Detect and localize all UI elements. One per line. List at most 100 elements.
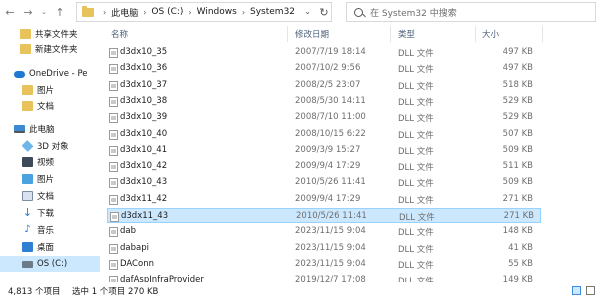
large-icons-view-icon[interactable] [586, 286, 595, 295]
breadcrumb-windows[interactable]: Windows [197, 7, 237, 17]
pin-folder-icon [20, 29, 31, 39]
drive-icon [22, 260, 33, 268]
file-name: d3dx10_43 [120, 177, 168, 188]
sidebar-item-label: 新建文件夹 [35, 45, 78, 55]
file-row[interactable]: d3dx10_37 2008/2/5 23:07 DLL 文件 518 KB [107, 78, 541, 93]
file-row[interactable]: d3dx11_43 2010/5/26 11:41 DLL 文件 271 KB [107, 208, 541, 223]
column-header-name[interactable]: 名称 [111, 28, 128, 40]
sidebar-item-onedrive[interactable]: OneDrive - Pe [14, 66, 88, 82]
file-row[interactable]: d3dx10_38 2008/5/30 14:11 DLL 文件 529 KB [107, 94, 541, 109]
file-row[interactable]: d3dx10_41 2009/3/9 15:27 DLL 文件 509 KB [107, 143, 541, 158]
sidebar-item-downloads[interactable]: ↓ 下载 [22, 205, 54, 221]
address-bar[interactable]: › 此电脑 › OS (C:) › Windows › System32 ⌄ [76, 2, 332, 22]
file-size: 529 KB [502, 95, 533, 106]
file-row[interactable]: DAConn 2023/11/15 9:04 DLL 文件 55 KB [107, 257, 541, 272]
sidebar-item-pictures[interactable]: 图片 [22, 171, 54, 187]
sidebar-item-documents[interactable]: 文档 [22, 188, 54, 204]
file-size: 529 KB [502, 112, 533, 123]
file-name: dafAspInfraProvider [120, 275, 204, 282]
column-header-type[interactable]: 类型 [398, 28, 415, 40]
column-divider[interactable] [390, 26, 391, 42]
file-row[interactable]: d3dx10_43 2010/5/26 11:41 DLL 文件 509 KB [107, 175, 541, 190]
search-icon [354, 7, 363, 17]
sidebar-item-music[interactable]: ♪ 音乐 [22, 222, 54, 238]
column-divider[interactable] [475, 26, 476, 42]
file-date: 2008/2/5 23:07 [295, 79, 361, 90]
file-row[interactable]: d3dx10_39 2008/7/10 11:00 DLL 文件 529 KB [107, 110, 541, 125]
breadcrumb-drive[interactable]: OS (C:) [151, 7, 183, 17]
back-arrow-icon[interactable]: ← [2, 3, 18, 21]
sidebar-item-new-folder[interactable]: 新建文件夹 [20, 41, 78, 57]
file-date: 2009/9/4 17:29 [295, 161, 361, 172]
details-view-icon[interactable] [572, 286, 581, 295]
file-type: DLL 文件 [398, 130, 434, 141]
recent-locations-chevron-icon[interactable]: ⌄ [36, 3, 52, 21]
sidebar-item-shared-folder[interactable]: 共享文件夹 [20, 26, 78, 42]
file-row[interactable]: dab 2023/11/15 9:04 DLL 文件 148 KB [107, 224, 541, 239]
sidebar-item-onedrive-documents[interactable]: 文档 [22, 98, 54, 114]
computer-icon [14, 125, 25, 133]
file-date: 2009/9/4 17:29 [295, 193, 361, 204]
sidebar-item-label: 音乐 [37, 226, 55, 236]
sort-chevron-icon: ^ [202, 24, 208, 29]
file-type: DLL 文件 [398, 81, 434, 92]
video-icon [22, 157, 33, 167]
breadcrumb-this-pc[interactable]: 此电脑 [111, 6, 138, 19]
file-date: 2008/10/15 6:22 [295, 128, 366, 139]
forward-arrow-icon[interactable]: → [20, 3, 36, 21]
sidebar-item-this-pc[interactable]: 此电脑 [14, 121, 55, 137]
file-row[interactable]: d3dx10_36 2007/10/2 9:56 DLL 文件 497 KB [107, 61, 541, 76]
file-type: DLL 文件 [398, 146, 434, 157]
file-row[interactable]: d3dx10_40 2008/10/15 6:22 DLL 文件 507 KB [107, 127, 541, 142]
dll-file-icon [109, 243, 118, 254]
sidebar-item-videos[interactable]: 视频 [22, 154, 54, 170]
folder-icon [22, 101, 33, 111]
file-size: 507 KB [502, 128, 533, 139]
file-name: d3dx10_39 [120, 112, 168, 123]
dll-file-icon [109, 80, 118, 91]
search-input[interactable]: 在 System32 中搜索 [370, 6, 457, 19]
breadcrumb-system32[interactable]: System32 [250, 7, 295, 17]
refresh-icon[interactable]: ↻ [317, 4, 331, 20]
sidebar-item-desktop[interactable]: 桌面 [22, 239, 54, 255]
file-row[interactable]: dabapi 2023/11/15 9:04 DLL 文件 41 KB [107, 241, 541, 256]
breadcrumb-separator-icon[interactable]: › [143, 8, 146, 17]
file-type: DLL 文件 [398, 65, 434, 76]
file-row[interactable]: d3dx10_42 2009/9/4 17:29 DLL 文件 511 KB [107, 159, 541, 174]
breadcrumb-separator-icon[interactable]: › [242, 8, 245, 17]
file-row[interactable]: d3dx10_35 2007/7/19 18:14 DLL 文件 497 KB [107, 45, 541, 60]
file-row[interactable]: dafAspInfraProvider 2019/12/7 17:08 DLL 文件… [107, 273, 541, 282]
file-name: dabapi [120, 242, 149, 253]
address-dropdown-icon[interactable]: ⌄ [304, 7, 311, 16]
status-bar: 4,813 个项目 选中 1 个项目 270 KB [0, 282, 600, 299]
sidebar-item-os-drive[interactable]: OS (C:) [0, 256, 100, 272]
sidebar-item-label: OneDrive - Pe [29, 69, 88, 79]
file-date: 2023/11/15 9:04 [295, 258, 366, 269]
sidebar-item-onedrive-pictures[interactable]: 图片 [22, 82, 54, 98]
file-size: 518 KB [502, 79, 533, 90]
file-date: 2007/7/19 18:14 [295, 47, 366, 57]
file-type: DLL 文件 [398, 49, 434, 59]
dll-file-icon [109, 96, 118, 107]
up-arrow-icon[interactable]: ↑ [52, 3, 68, 21]
breadcrumb-separator-icon[interactable]: › [188, 8, 191, 17]
column-header-date[interactable]: 修改日期 [295, 28, 329, 40]
file-date: 2019/12/7 17:08 [295, 275, 366, 282]
file-date: 2008/7/10 11:00 [295, 112, 366, 123]
file-name: d3dx10_38 [120, 95, 168, 106]
file-date: 2010/5/26 11:41 [295, 177, 366, 188]
music-icon: ♪ [24, 224, 31, 235]
dll-file-icon [109, 145, 118, 156]
column-header-size[interactable]: 大小 [482, 28, 499, 40]
file-row[interactable]: d3dx11_42 2009/9/4 17:29 DLL 文件 271 KB [107, 192, 541, 207]
search-box[interactable]: 在 System32 中搜索 [346, 2, 596, 22]
sidebar-item-3d-objects[interactable]: 3D 对象 [21, 138, 69, 154]
column-divider[interactable] [542, 26, 543, 42]
file-date: 2023/11/15 9:04 [295, 242, 366, 253]
sidebar-item-label: 桌面 [37, 243, 55, 253]
file-date: 2010/5/26 11:41 [296, 211, 367, 221]
breadcrumb-separator-icon[interactable]: › [103, 8, 106, 17]
file-size: 511 KB [502, 161, 533, 172]
file-size: 55 KB [508, 258, 533, 269]
column-divider[interactable] [287, 26, 288, 42]
